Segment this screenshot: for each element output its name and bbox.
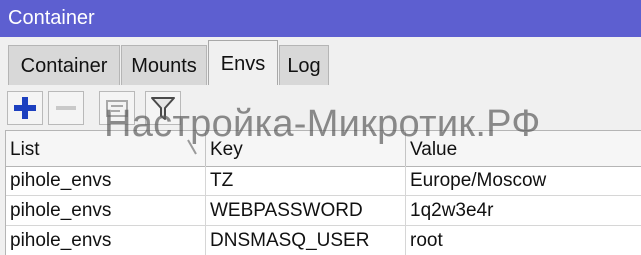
cell-key: TZ: [206, 166, 406, 196]
cell-list: pihole_envs: [6, 166, 206, 196]
sort-indicator-icon: [187, 139, 197, 155]
filter-button[interactable]: [145, 91, 181, 125]
table-row[interactable]: pihole_envs WEBPASSWORD 1q2w3e4r: [6, 196, 641, 226]
cell-value: 1q2w3e4r: [410, 200, 494, 221]
tab-container[interactable]: Container: [8, 45, 120, 85]
comment-button[interactable]: [99, 91, 135, 125]
table-row[interactable]: pihole_envs TZ Europe/Moscow: [6, 166, 641, 196]
cell-key: DNSMASQ_USER: [206, 226, 406, 255]
add-button[interactable]: [7, 91, 43, 125]
table-row[interactable]: pihole_envs DNSMASQ_USER root: [6, 226, 641, 255]
minus-icon: [56, 106, 76, 110]
cell-list: pihole_envs: [6, 226, 206, 255]
tab-log[interactable]: Log: [279, 45, 329, 85]
cell-list: pihole_envs: [6, 196, 206, 226]
cell-value: root: [410, 230, 443, 251]
cell-value: Europe/Moscow: [410, 170, 547, 191]
remove-button[interactable]: [48, 91, 84, 125]
window-title-bar: Container: [0, 0, 641, 37]
window-title: Container: [8, 7, 95, 29]
filter-icon: [151, 97, 175, 120]
envs-table: List Key Value pihole_envs TZ Europe/Mos…: [5, 130, 641, 255]
tab-envs[interactable]: Envs: [208, 40, 278, 85]
column-header-key[interactable]: Key: [206, 131, 406, 166]
column-header-list[interactable]: List: [6, 131, 206, 166]
plus-icon: [14, 97, 36, 119]
comment-icon: [106, 100, 128, 117]
table-header: List Key Value: [6, 131, 641, 167]
tab-strip: Container Mounts Envs Log: [0, 37, 641, 85]
column-header-label: List: [10, 139, 40, 160]
column-header-value[interactable]: Value: [406, 131, 641, 166]
cell-key: WEBPASSWORD: [206, 196, 406, 226]
tab-mounts[interactable]: Mounts: [121, 45, 207, 85]
toolbar: [0, 85, 641, 130]
